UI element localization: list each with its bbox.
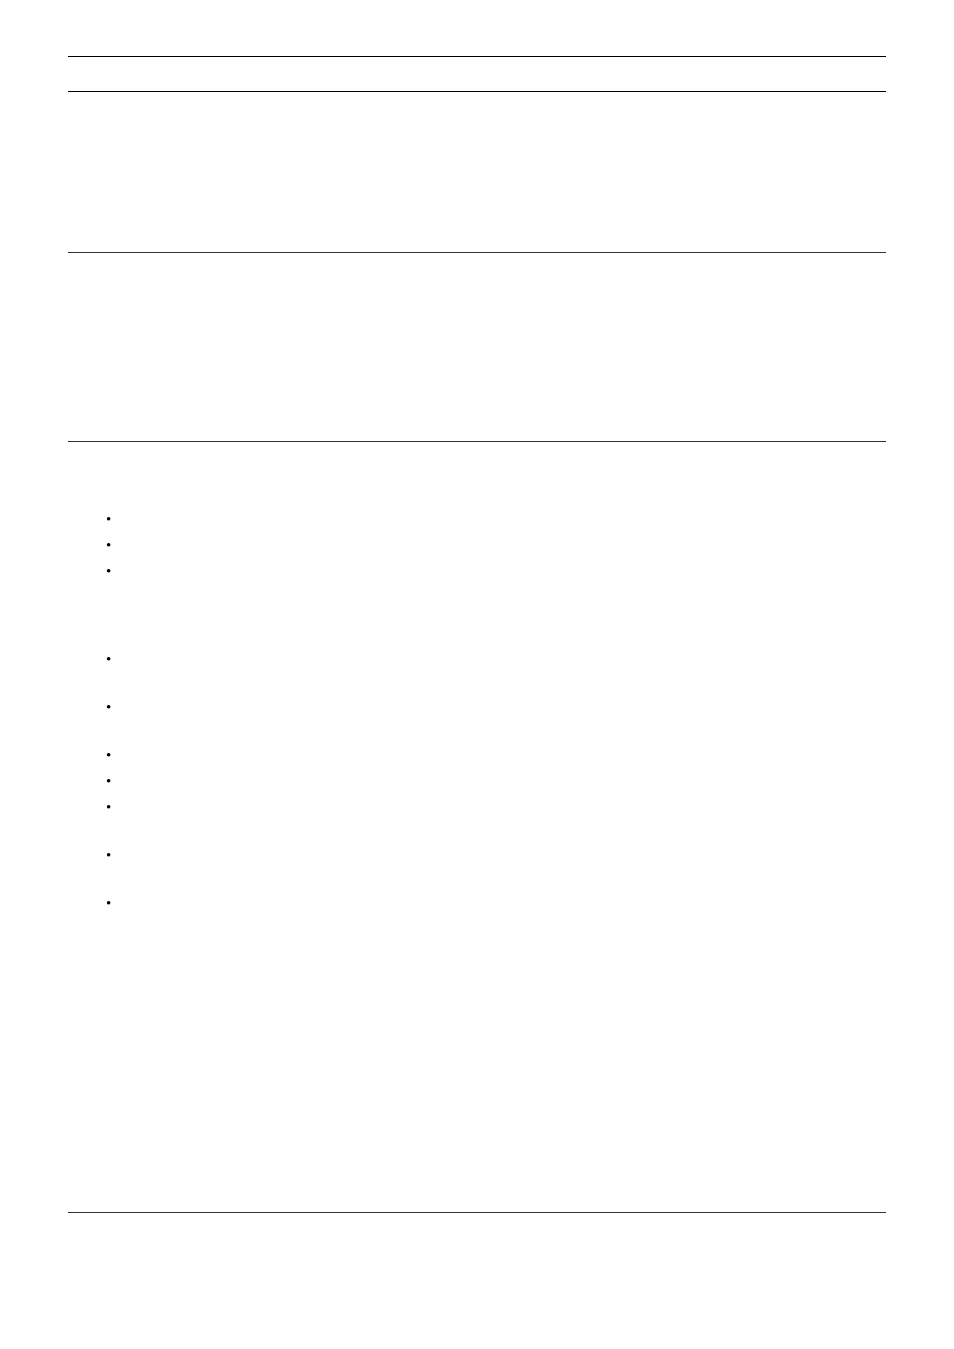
list-item (106, 798, 886, 838)
list-item (106, 698, 886, 738)
rule-mid-2 (68, 441, 886, 442)
bullet-group-1 (106, 510, 886, 580)
list-item (106, 536, 886, 554)
document-page (0, 0, 954, 1349)
header-rules (68, 56, 886, 92)
list-item (106, 510, 886, 528)
rule-footer (68, 1212, 886, 1213)
footer-rule-wrap (68, 1212, 886, 1213)
section-block-2 (68, 265, 886, 441)
list-item (106, 894, 886, 912)
list-item (106, 562, 886, 580)
section-block-1 (68, 104, 886, 252)
rule-mid-1 (68, 252, 886, 253)
bullet-lists (68, 510, 886, 912)
list-item (106, 772, 886, 790)
list-item (106, 846, 886, 886)
list-item (106, 746, 886, 764)
list-item (106, 650, 886, 690)
rule-top-2 (68, 91, 886, 92)
bullet-group-2 (106, 650, 886, 912)
